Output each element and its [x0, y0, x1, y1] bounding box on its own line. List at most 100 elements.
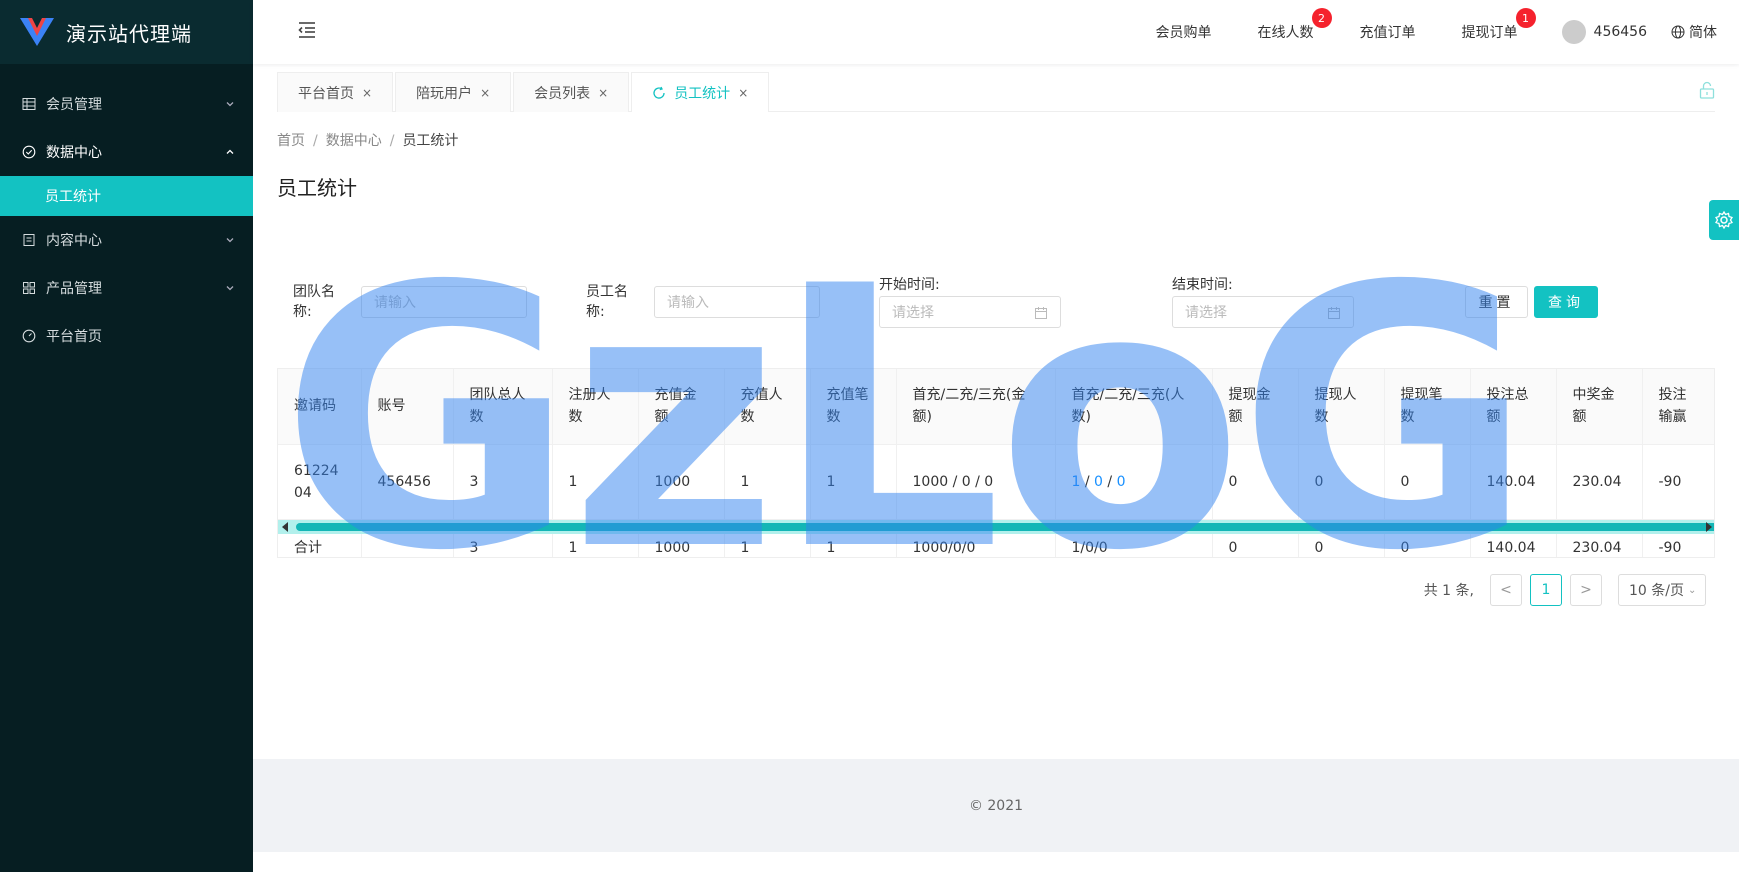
menu-fold-icon[interactable]	[297, 20, 317, 40]
chevron-down-icon	[226, 238, 234, 243]
sidebar-item-staff-stats[interactable]: 员工统计	[0, 176, 253, 216]
sidebar-item-label: 会员管理	[46, 97, 102, 113]
col-header: 邀请码	[278, 369, 362, 445]
cell-sum-account	[361, 533, 454, 557]
col-header: 中奖金额	[1556, 369, 1643, 445]
sidebar-item-label: 内容中心	[46, 233, 102, 249]
footer: © 2021	[253, 759, 1739, 852]
calendar-icon	[1035, 307, 1047, 319]
cell-withdraw-amount: 0	[1212, 444, 1299, 520]
breadcrumb-separator: /	[313, 133, 318, 149]
page-size-select[interactable]: 10 条/页 ⌄	[1618, 574, 1706, 606]
chevron-down-icon	[226, 102, 234, 107]
staff-name-input[interactable]: 请输入	[654, 286, 820, 318]
cell-team-total-link[interactable]: 3	[453, 444, 553, 520]
sidebar-item-product[interactable]: 产品管理	[0, 264, 253, 312]
breadcrumb-home[interactable]: 首页	[277, 133, 305, 149]
horizontal-scrollbar[interactable]	[278, 519, 1714, 534]
scroll-right-icon[interactable]	[1706, 521, 1712, 532]
sidebar-item-platform-home[interactable]: 平台首页	[0, 312, 253, 360]
nav-label: 提现订单	[1461, 25, 1518, 41]
chevron-down-icon: ⌄	[1687, 584, 1697, 596]
nav-member-orders[interactable]: 会员购单	[1156, 22, 1212, 42]
sidebar-item-member[interactable]: 会员管理	[0, 80, 253, 128]
next-page-button[interactable]: >	[1570, 574, 1602, 606]
staff-stats-table: 邀请码 账号 团队总人数 注册人数 充值金额 充值人数 充值笔数 首充/二充/三…	[277, 368, 1715, 558]
tab-platform-home[interactable]: 平台首页 ×	[277, 72, 394, 112]
scroll-left-icon[interactable]	[282, 521, 288, 532]
settings-drawer-button[interactable]	[1709, 200, 1739, 240]
page-title: 员工统计	[277, 176, 357, 200]
col-header: 团队总人数	[453, 369, 553, 445]
label-line: 团队名	[293, 284, 335, 300]
reset-button[interactable]: 重置	[1465, 286, 1528, 318]
close-icon[interactable]: ×	[598, 86, 608, 100]
first-recharge-link[interactable]: 1	[1072, 474, 1081, 490]
sidebar-item-label: 员工统计	[45, 189, 101, 205]
tab-staff-stats[interactable]: 员工统计 ×	[631, 72, 770, 112]
refresh-icon[interactable]	[652, 86, 666, 100]
query-button[interactable]: 查询	[1534, 286, 1598, 318]
online-count-badge: 2	[1311, 8, 1332, 28]
col-header: 首充/二充/三充(人数)	[1055, 369, 1213, 445]
cell-sum-registered: 1	[552, 533, 639, 557]
tab-label: 会员列表	[534, 85, 591, 102]
cell-sum-bet-total: 140.04	[1470, 533, 1557, 557]
logo: 演示站代理端	[0, 0, 253, 64]
cell-first-recharge-amount: 1000 / 0 / 0	[896, 444, 1056, 520]
user-name[interactable]: 456456	[1594, 24, 1647, 40]
col-header: 充值人数	[724, 369, 811, 445]
avatar[interactable]	[1561, 20, 1586, 44]
col-header: 充值金额	[638, 369, 725, 445]
cell-sum-first-people: 1/0/0	[1055, 533, 1213, 557]
team-name-label: 团队名 称:	[293, 282, 335, 322]
tab-member-list[interactable]: 会员列表 ×	[513, 72, 630, 112]
cell-bet-total: 140.04	[1470, 444, 1557, 520]
unlock-icon[interactable]	[1699, 81, 1715, 99]
tab-companion-users[interactable]: 陪玩用户 ×	[395, 72, 512, 112]
slash: /	[1084, 473, 1090, 490]
col-header: 充值笔数	[810, 369, 897, 445]
cell-win-amount: 230.04	[1556, 444, 1643, 520]
col-header: 提现金额	[1212, 369, 1299, 445]
team-name-input[interactable]: 请输入	[361, 286, 527, 318]
tab-label: 陪玩用户	[416, 85, 473, 102]
sidebar-item-data-center[interactable]: 数据中心	[0, 128, 253, 176]
cell-bet-net: -90	[1642, 444, 1714, 520]
scrollbar-thumb[interactable]	[296, 522, 1714, 531]
cell-withdraw-people: 0	[1298, 444, 1385, 520]
language-switch[interactable]: 简体	[1671, 22, 1717, 42]
placeholder: 请输入	[667, 295, 709, 311]
sidebar-item-content-center[interactable]: 内容中心	[0, 216, 253, 264]
placeholder: 请选择	[1185, 305, 1227, 321]
table-row: 6122404 456456 3 1 1000 1 1 1000 / 0 / 0…	[278, 444, 1714, 520]
third-recharge-link[interactable]: 0	[1117, 474, 1126, 490]
page-1-button[interactable]: 1	[1530, 574, 1562, 606]
app-title: 演示站代理端	[66, 21, 192, 46]
close-icon[interactable]: ×	[480, 86, 490, 100]
nav-online-users[interactable]: 在线人数 2	[1257, 8, 1332, 42]
chevron-down-icon	[226, 286, 234, 291]
prev-page-button[interactable]: <	[1490, 574, 1522, 606]
end-time-picker[interactable]: 请选择	[1172, 296, 1354, 328]
breadcrumb-data-center[interactable]: 数据中心	[326, 133, 382, 149]
table-summary-row: 合计 3 1 1000 1 1 1000/0/0 1/0/0 0 0 0 140…	[278, 533, 1714, 557]
cell-registered-link[interactable]: 1	[552, 444, 639, 520]
close-icon[interactable]: ×	[362, 86, 372, 100]
tabs-bar: 平台首页 × 陪玩用户 × 会员列表 × 员工统计 ×	[277, 72, 1715, 112]
grid-icon	[22, 281, 36, 295]
close-icon[interactable]: ×	[738, 86, 748, 100]
sidebar: 演示站代理端 会员管理 数据中心 员工统计 内容中心 产品管理 平台首页	[0, 0, 253, 872]
start-time-label: 开始时间:	[879, 277, 940, 293]
nav-label: 在线人数	[1257, 25, 1314, 41]
cell-recharge-count: 1	[810, 444, 897, 520]
breadcrumb: 首页 / 数据中心 / 员工统计	[277, 130, 458, 150]
language-label: 简体	[1689, 25, 1717, 41]
col-header: 提现人数	[1298, 369, 1385, 445]
start-time-picker[interactable]: 请选择	[879, 296, 1061, 328]
second-recharge-link[interactable]: 0	[1094, 474, 1103, 490]
cell-sum-bet-net: -90	[1642, 533, 1714, 557]
nav-withdraw-orders[interactable]: 提现订单 1	[1461, 8, 1536, 42]
nav-recharge-orders[interactable]: 充值订单	[1360, 22, 1416, 42]
sidebar-item-label: 产品管理	[46, 281, 102, 297]
